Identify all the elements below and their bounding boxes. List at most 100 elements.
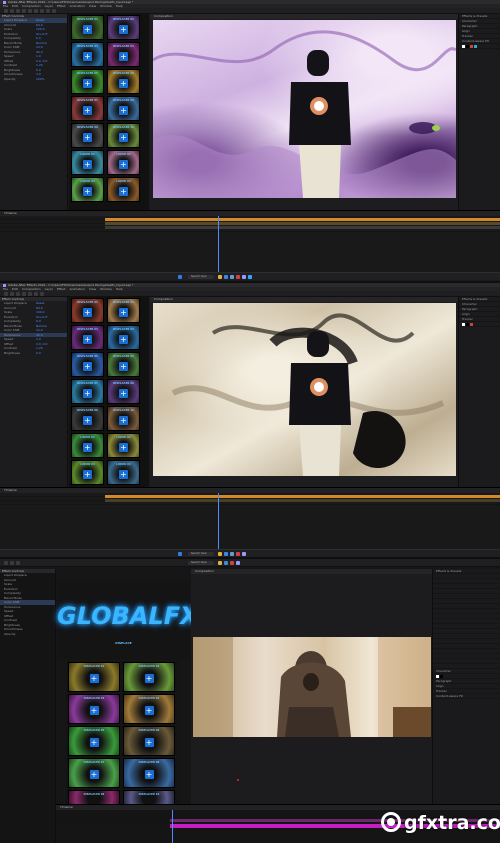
add-icon[interactable]: + [119, 361, 128, 371]
preset-thumb[interactable]: DISPLACER 07 + [68, 758, 120, 788]
tab-composition[interactable]: Composition [154, 297, 173, 301]
layer-bar-orange[interactable] [105, 495, 500, 498]
content-aware-fill-header[interactable]: Content-Aware Fill [433, 694, 500, 699]
layer-bar[interactable] [105, 499, 500, 502]
home-icon[interactable] [4, 292, 8, 296]
add-icon[interactable]: + [119, 415, 128, 425]
preset-thumb[interactable]: DISPLACER 08 + [107, 96, 140, 121]
effect-prop-row[interactable]: Opacity [0, 632, 55, 637]
preset-thumb[interactable]: LIQUID 03 + [71, 177, 104, 202]
preset-thumb[interactable]: LIQUID 02 + [107, 150, 140, 175]
file-explorer-icon[interactable] [218, 275, 222, 279]
add-icon[interactable]: + [89, 770, 99, 779]
add-icon[interactable]: + [119, 469, 128, 479]
playhead[interactable] [172, 810, 173, 843]
app-icon[interactable] [236, 275, 240, 279]
hand-tool-icon[interactable] [16, 292, 20, 296]
preset-thumb[interactable]: DISPLACER 10 + [107, 406, 140, 431]
after-effects-icon[interactable] [242, 275, 246, 279]
preset-thumb[interactable]: DISPLACER 09 + [71, 123, 104, 148]
preset-thumb[interactable]: LIQUID 01 + [71, 433, 104, 458]
taskbar-search[interactable]: Search here [188, 275, 214, 279]
preset-thumb[interactable]: LIQUID 01 + [71, 150, 104, 175]
photoshop-icon[interactable] [248, 275, 252, 279]
windows-start-icon[interactable] [178, 275, 182, 279]
preset-thumb[interactable]: DISPLACER 03 + [71, 42, 104, 67]
preset-thumb[interactable]: DISPLACER 02 + [107, 298, 140, 323]
color-swatch[interactable] [470, 45, 473, 48]
add-icon[interactable]: + [83, 415, 92, 425]
hand-tool-icon[interactable] [16, 561, 20, 565]
tab-composition[interactable]: Composition [195, 569, 214, 573]
add-icon[interactable]: + [119, 186, 128, 196]
tab-composition[interactable]: Composition [154, 14, 173, 18]
preset-thumb[interactable]: DISPLACER 01 + [68, 662, 120, 692]
zoom-tool-icon[interactable] [22, 292, 26, 296]
add-icon[interactable]: + [83, 442, 92, 452]
layer-bar[interactable] [105, 226, 500, 229]
color-swatch[interactable] [466, 45, 469, 48]
file-explorer-icon[interactable] [218, 561, 222, 565]
preset-thumb[interactable]: DISPLACER 05 + [71, 69, 104, 94]
pen-tool-icon[interactable] [40, 292, 44, 296]
composition-viewer[interactable] [153, 20, 456, 198]
color-swatch[interactable] [470, 323, 473, 326]
effect-prop-row[interactable]: Opacity 100% [0, 77, 67, 82]
add-icon[interactable]: + [83, 51, 92, 61]
add-icon[interactable]: + [83, 105, 92, 115]
preset-thumb[interactable]: DISPLACER 09 [68, 790, 120, 805]
selection-tool-icon[interactable] [10, 9, 14, 13]
color-swatch[interactable] [462, 323, 465, 326]
preset-thumb[interactable]: DISPLACER 03 + [68, 694, 120, 724]
add-icon[interactable]: + [83, 388, 92, 398]
edge-icon[interactable] [224, 275, 228, 279]
preset-thumb[interactable]: DISPLACER 05 + [68, 726, 120, 756]
type-tool-icon[interactable] [46, 9, 50, 13]
color-swatch[interactable] [474, 45, 477, 48]
add-icon[interactable]: + [144, 706, 154, 715]
preset-thumb[interactable]: DISPLACER 10 [123, 790, 175, 805]
app-icon[interactable] [236, 552, 240, 556]
preset-thumb[interactable]: DISPLACER 07 + [71, 96, 104, 121]
color-swatch[interactable] [436, 675, 439, 678]
edge-icon[interactable] [224, 552, 228, 556]
preset-thumb[interactable]: DISPLACER 08 + [107, 379, 140, 404]
add-icon[interactable]: + [89, 738, 99, 747]
preset-thumb[interactable]: DISPLACER 01 + [71, 15, 104, 40]
pen-tool-icon[interactable] [40, 9, 44, 13]
add-icon[interactable]: + [89, 674, 99, 683]
preset-thumb[interactable]: DISPLACER 06 + [107, 352, 140, 377]
anchor-point[interactable] [237, 779, 239, 781]
add-icon[interactable]: + [83, 361, 92, 371]
brush-tool-icon[interactable] [52, 9, 56, 13]
rotate-tool-icon[interactable] [28, 292, 32, 296]
preset-thumb[interactable]: DISPLACER 04 + [107, 325, 140, 350]
taskbar-search[interactable]: Search here [188, 561, 214, 565]
preset-thumb[interactable]: DISPLACER 03 + [71, 325, 104, 350]
preset-thumb[interactable]: DISPLACER 02 + [107, 15, 140, 40]
after-effects-icon[interactable] [236, 561, 240, 565]
playhead[interactable] [218, 493, 219, 550]
add-icon[interactable]: + [83, 186, 92, 196]
effect-prop-row[interactable]: Brightness 0.0 [0, 351, 67, 356]
add-icon[interactable]: + [119, 78, 128, 88]
preset-thumb[interactable]: DISPLACER 05 + [71, 352, 104, 377]
zoom-tool-icon[interactable] [22, 9, 26, 13]
preset-thumb[interactable]: DISPLACER 08 + [123, 758, 175, 788]
add-icon[interactable]: + [119, 442, 128, 452]
add-icon[interactable]: + [119, 24, 128, 34]
color-swatch[interactable] [462, 45, 465, 48]
preset-thumb[interactable]: LIQUID 04 + [107, 460, 140, 485]
windows-start-icon[interactable] [178, 552, 182, 556]
app-icon[interactable] [230, 561, 234, 565]
color-swatch[interactable] [466, 323, 469, 326]
store-icon[interactable] [230, 552, 234, 556]
file-explorer-icon[interactable] [218, 552, 222, 556]
color-swatch[interactable] [440, 675, 443, 678]
add-icon[interactable]: + [144, 770, 154, 779]
add-icon[interactable]: + [83, 307, 92, 317]
add-icon[interactable]: + [83, 469, 92, 479]
add-icon[interactable]: + [119, 51, 128, 61]
preset-thumb[interactable]: LIQUID 03 + [71, 460, 104, 485]
preset-thumb[interactable]: LIQUID 02 + [107, 433, 140, 458]
